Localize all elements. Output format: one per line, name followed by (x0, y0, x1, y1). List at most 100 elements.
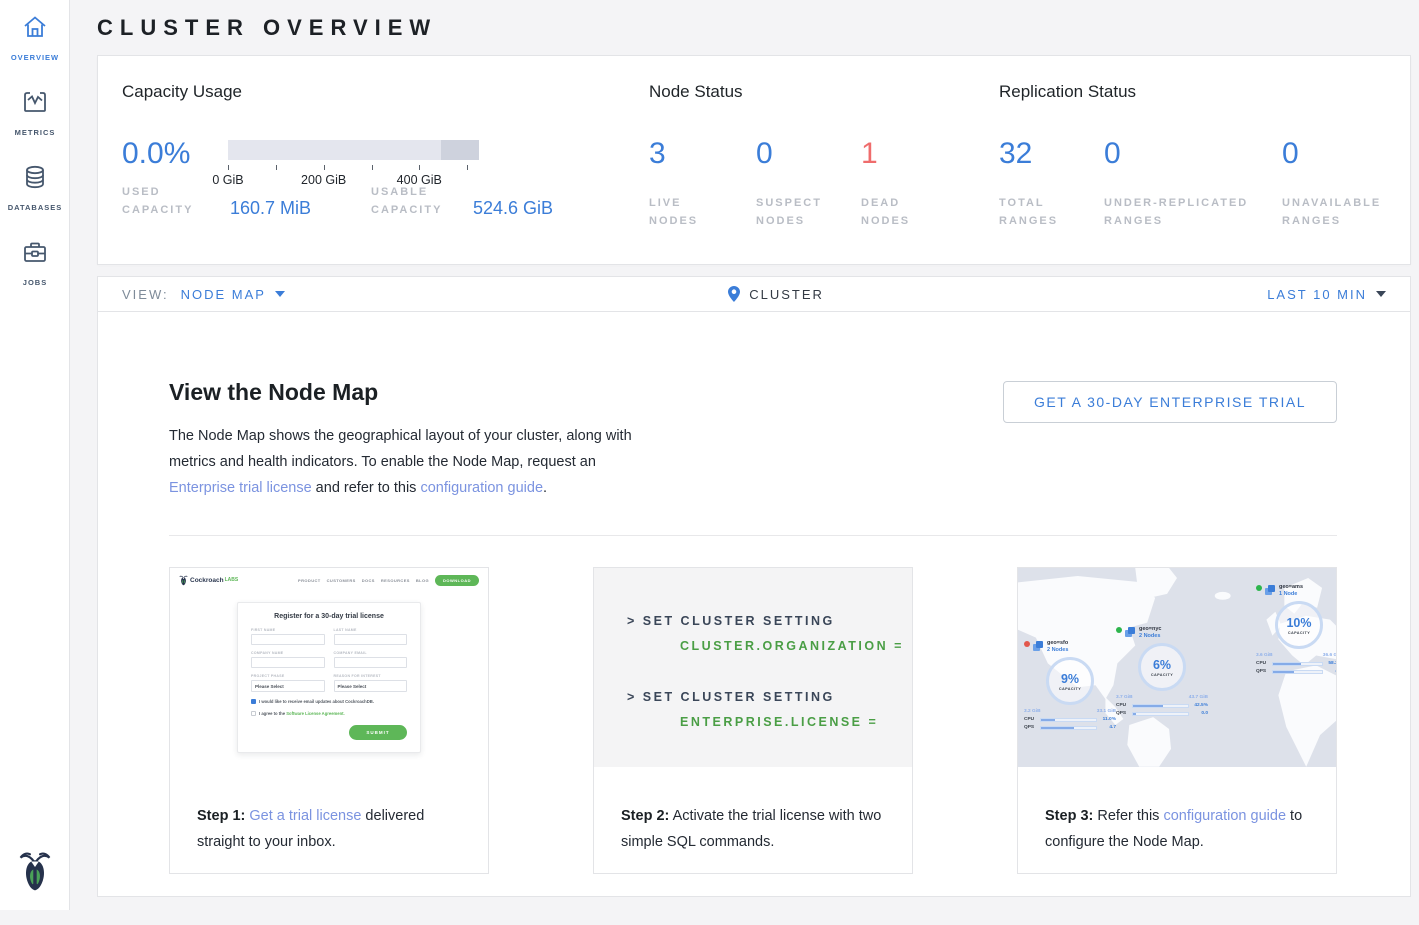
sidebar-item-label: DATABASES (8, 203, 63, 212)
chevron-down-icon[interactable] (275, 291, 285, 297)
locality-name: geo=ams (1279, 584, 1303, 590)
field-label: COMPANY EMAIL (334, 651, 408, 655)
gauge-segment-reserved (441, 140, 479, 160)
step-2-caption: Step 2: Activate the trial license with … (594, 767, 912, 855)
sidebar-item-label: JOBS (23, 278, 47, 287)
time-range-selector[interactable]: LAST 10 MIN (1267, 287, 1367, 302)
unavailable-ranges-label: UNAVAILABLE RANGES (1282, 194, 1386, 230)
field-label: PROJECT PHASE (251, 674, 325, 678)
node-cube-icon (1124, 626, 1136, 638)
used-capacity-value: 160.7 MiB (230, 198, 371, 219)
replication-status-section: Replication Status 32 TOTAL RANGES 0 UND… (999, 82, 1386, 264)
enterprise-trial-button[interactable]: GET A 30-DAY ENTERPRISE TRIAL (1003, 381, 1337, 423)
capacity-ring: 9% CAPACITY (1046, 657, 1094, 705)
replication-status-title: Replication Status (999, 82, 1386, 102)
checkbox-label: I would like to receive email updates ab… (259, 699, 374, 704)
capacity-ring: 10% CAPACITY (1275, 601, 1323, 649)
configuration-guide-link[interactable]: configuration guide (420, 480, 543, 496)
breadcrumb: CLUSTER (728, 286, 824, 302)
description-text: and refer to this (312, 480, 421, 496)
capacity-gauge: 0 GiB 200 GiB 400 GiB (228, 140, 479, 170)
gauge-tick (276, 165, 277, 170)
locality-name: geo=sfo (1047, 640, 1068, 646)
brand-text: Cockroach (190, 577, 224, 584)
sql-command: > SET CLUSTER SETTING (627, 614, 912, 628)
home-icon (22, 14, 48, 40)
trial-registration-form: Register for a 30-day trial license FIRS… (237, 602, 421, 753)
capacity-usage-title: Capacity Usage (122, 82, 649, 102)
node-count: 2 Nodes (1139, 633, 1161, 639)
select-input: Please Select (251, 680, 325, 692)
database-icon (22, 164, 48, 190)
gauge-segment-usable (228, 140, 441, 160)
text-input (334, 634, 408, 645)
chevron-down-icon[interactable] (1376, 291, 1386, 297)
sidebar-item-metrics[interactable]: METRICS (0, 75, 70, 150)
under-replicated-ranges-cell: 0 UNDER-REPLICATED RANGES (1104, 102, 1282, 230)
nav-item: CUSTOMERS (327, 578, 356, 583)
total-ranges-value: 32 (999, 138, 1104, 170)
step-label: Step 2: (621, 808, 669, 824)
gauge-tick-label: 400 GiB (397, 173, 442, 187)
view-selector[interactable]: NODE MAP (181, 287, 266, 302)
capacity-percent: 0.0% (122, 138, 228, 170)
get-trial-license-link[interactable]: Get a trial license (249, 808, 361, 824)
node-map-description: The Node Map shows the geographical layo… (169, 423, 641, 501)
locality-name: geo=nyc (1139, 626, 1161, 632)
brand-suffix-text: LABS (225, 577, 239, 583)
text-input (251, 634, 325, 645)
gauge-tick (419, 165, 420, 170)
gauge-tick-label: 200 GiB (301, 173, 346, 187)
sidebar-item-jobs[interactable]: JOBS (0, 225, 70, 300)
locality-badge-nyc: geo=nyc 2 Nodes 6% CAPACITY 3.7 GiB43.7 … (1116, 626, 1208, 716)
node-count: 1 Node (1279, 591, 1303, 597)
checkbox-empty-icon (251, 711, 256, 716)
mini-site-nav: PRODUCT CUSTOMERS DOCS RESOURCES BLOG DO… (298, 575, 479, 586)
divider (169, 535, 1337, 536)
map-pin-icon (728, 286, 740, 302)
briefcase-icon (22, 239, 48, 265)
step-label: Step 3: (1045, 808, 1093, 824)
unavailable-ranges-value: 0 (1282, 138, 1386, 170)
checkbox-label: I agree to the Software License Agreemen… (259, 711, 345, 716)
step-2-card: > SET CLUSTER SETTING CLUSTER.ORGANIZATI… (593, 567, 913, 874)
breadcrumb-cluster: CLUSTER (749, 287, 824, 302)
gauge-tick (467, 165, 468, 170)
sidebar-item-label: METRICS (15, 128, 56, 137)
usable-capacity-value: 524.6 GiB (473, 198, 553, 219)
cluster-summary-panel: Capacity Usage 0.0% 0 GiB 200 GiB (97, 55, 1411, 265)
select-input: Please Select (334, 680, 408, 692)
unavailable-ranges-cell: 0 UNAVAILABLE RANGES (1282, 102, 1386, 230)
status-dot-dead-icon (1024, 641, 1030, 647)
sidebar-item-overview[interactable]: OVERVIEW (0, 0, 70, 75)
step-3-caption: Step 3: Refer this configuration guide t… (1018, 767, 1336, 855)
form-title: Register for a 30-day trial license (251, 613, 407, 620)
step-label: Step 1: (197, 808, 245, 824)
metrics-chart-icon (22, 89, 48, 115)
sql-setting: ENTERPRISE.LICENSE = (680, 715, 912, 729)
dead-nodes-cell: 1 DEAD NODES (861, 102, 999, 230)
node-status-section: Node Status 3 LIVE NODES 0 SUSPECT NODES… (649, 82, 999, 264)
node-count: 2 Nodes (1047, 647, 1068, 653)
node-cube-icon (1032, 640, 1044, 652)
sql-setting: CLUSTER.ORGANIZATION = (680, 639, 912, 653)
gauge-tick (228, 165, 229, 170)
gauge-tick-label: 0 GiB (212, 173, 243, 187)
nav-item: RESOURCES (381, 578, 410, 583)
node-cube-icon (1264, 584, 1276, 596)
nav-item: DOCS (362, 578, 375, 583)
sidebar-item-databases[interactable]: DATABASES (0, 150, 70, 225)
locality-badge-ams: geo=ams 1 Node 10% CAPACITY 3.6 GiB36.6 … (1256, 584, 1336, 674)
step-1-caption: Step 1: Get a trial license delivered st… (170, 767, 488, 855)
configuration-guide-link[interactable]: configuration guide (1163, 808, 1286, 824)
view-bar: VIEW: NODE MAP CLUSTER LAST 10 MIN (97, 276, 1411, 312)
gauge-tick (372, 165, 373, 170)
text-input (251, 657, 325, 668)
enterprise-trial-license-link[interactable]: Enterprise trial license (169, 480, 312, 496)
text-input (334, 657, 408, 668)
suspect-nodes-label: SUSPECT NODES (756, 194, 836, 230)
suspect-nodes-cell: 0 SUSPECT NODES (756, 102, 861, 230)
dead-nodes-label: DEAD NODES (861, 194, 941, 230)
description-text: . (543, 480, 547, 496)
field-label: FIRST NAME (251, 628, 325, 632)
